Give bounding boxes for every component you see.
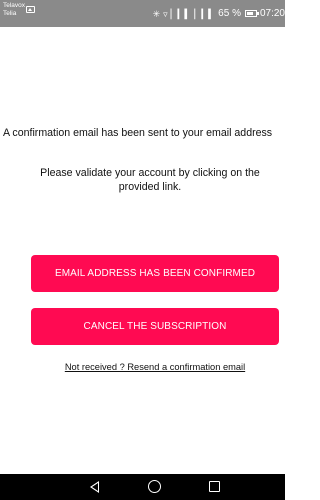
bluetooth-icon: ✳ — [152, 8, 161, 19]
recents-icon[interactable] — [209, 481, 220, 492]
back-icon[interactable] — [90, 481, 99, 493]
battery-icon — [244, 10, 259, 17]
status-icons: ✳ ▿ ▏▎▍ ▏▎▍ 65 % 07:20 — [153, 0, 285, 27]
validate-message: Please validate your account by clicking… — [40, 167, 260, 193]
clock: 07:20 — [259, 8, 285, 19]
battery-percent: 65 % — [218, 8, 241, 19]
resend-confirmation-link[interactable]: Not received ? Resend a confirmation ema… — [0, 362, 285, 372]
status-bar: Telavox Telia ✳ ▿ ▏▎▍ ▏▎▍ 65 % 07:20 — [0, 0, 285, 27]
main-content: A confirmation email has been sent to yo… — [0, 27, 285, 474]
gallery-icon — [26, 6, 35, 13]
carrier-name-secondary: Telia — [3, 10, 17, 17]
signal-icon: ▏▎▍ — [194, 8, 216, 19]
carrier-name: Telavox — [3, 2, 26, 9]
navigation-bar — [0, 474, 285, 500]
signal-icon: ▏▎▍ — [170, 8, 192, 19]
home-icon[interactable] — [148, 480, 161, 493]
confirmation-message: A confirmation email has been sent to yo… — [3, 127, 273, 139]
cancel-subscription-button[interactable]: CANCEL THE SUBSCRIPTION — [31, 308, 279, 345]
wifi-icon: ▿ — [163, 8, 168, 19]
email-confirmed-button[interactable]: EMAIL ADDRESS HAS BEEN CONFIRMED — [31, 255, 279, 292]
